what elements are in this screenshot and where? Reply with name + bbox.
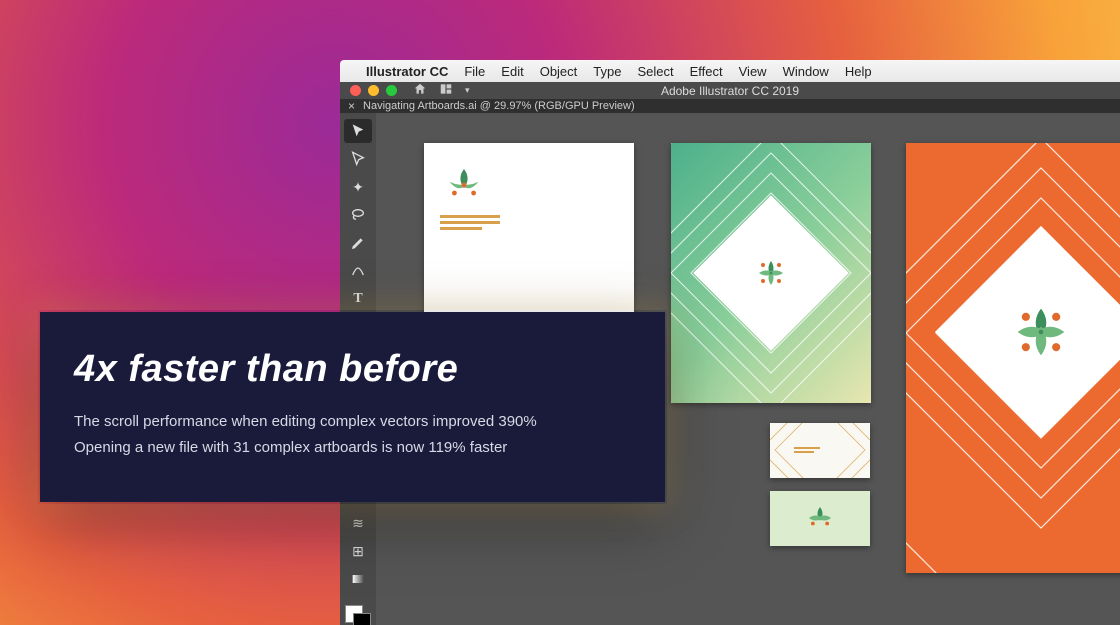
app-name[interactable]: Illustrator CC	[366, 64, 448, 79]
macos-menubar: Illustrator CC File Edit Object Type Sel…	[340, 60, 1120, 82]
magic-wand-tool[interactable]: ✦	[344, 175, 372, 199]
menu-help[interactable]: Help	[845, 64, 872, 79]
menu-edit[interactable]: Edit	[501, 64, 523, 79]
selection-tool[interactable]	[344, 119, 372, 143]
free-transform-tool[interactable]: ⊞	[344, 539, 372, 563]
letterhead-text-placeholder	[440, 215, 500, 233]
close-window-button[interactable]	[350, 85, 361, 96]
direct-selection-tool[interactable]	[344, 147, 372, 171]
close-tab-icon[interactable]: ×	[348, 99, 355, 113]
artboard-green-card[interactable]	[671, 143, 871, 403]
document-tab[interactable]: Navigating Artboards.ai @ 29.97% (RGB/GP…	[363, 100, 635, 112]
brand-logo-icon	[1006, 297, 1076, 367]
card-logo-icon	[770, 491, 870, 546]
arrange-documents-icon[interactable]	[439, 82, 453, 99]
traffic-lights	[350, 85, 397, 96]
gradient-tool[interactable]	[344, 567, 372, 591]
zoom-window-button[interactable]	[386, 85, 397, 96]
brand-logo-icon	[751, 253, 791, 293]
menu-window[interactable]: Window	[783, 64, 829, 79]
artboard-business-card-front[interactable]	[770, 423, 870, 478]
lasso-tool[interactable]	[344, 203, 372, 227]
card-pattern-icon	[770, 423, 870, 478]
curvature-tool[interactable]	[344, 259, 372, 283]
menu-type[interactable]: Type	[593, 64, 621, 79]
home-icon[interactable]	[413, 82, 427, 99]
promo-headline: 4x faster than before	[74, 348, 631, 391]
menu-select[interactable]: Select	[637, 64, 673, 79]
menu-object[interactable]: Object	[540, 64, 578, 79]
menu-effect[interactable]: Effect	[690, 64, 723, 79]
promo-overlay: 4x faster than before The scroll perform…	[40, 312, 665, 502]
promo-background: Illustrator CC File Edit Object Type Sel…	[0, 0, 1120, 625]
artboard-business-card-back[interactable]	[770, 491, 870, 546]
promo-line-1: The scroll performance when editing comp…	[74, 409, 631, 435]
minimize-window-button[interactable]	[368, 85, 379, 96]
stroke-swatch[interactable]	[353, 613, 371, 625]
window-titlebar: ▾ Adobe Illustrator CC 2019	[340, 82, 1120, 99]
document-tabbar: × Navigating Artboards.ai @ 29.97% (RGB/…	[340, 99, 1120, 113]
menu-file[interactable]: File	[464, 64, 485, 79]
width-tool[interactable]: ≋	[344, 511, 372, 535]
promo-line-2: Opening a new file with 31 complex artbo…	[74, 435, 631, 461]
center-badge	[693, 195, 849, 351]
type-tool[interactable]: T	[344, 287, 372, 311]
artboard-orange-poster[interactable]	[906, 143, 1120, 573]
fill-stroke-swatches[interactable]	[345, 605, 371, 625]
brand-logo-icon	[440, 161, 488, 209]
dropdown-chevron-icon[interactable]: ▾	[465, 85, 470, 96]
menu-view[interactable]: View	[739, 64, 767, 79]
pen-tool[interactable]	[344, 231, 372, 255]
